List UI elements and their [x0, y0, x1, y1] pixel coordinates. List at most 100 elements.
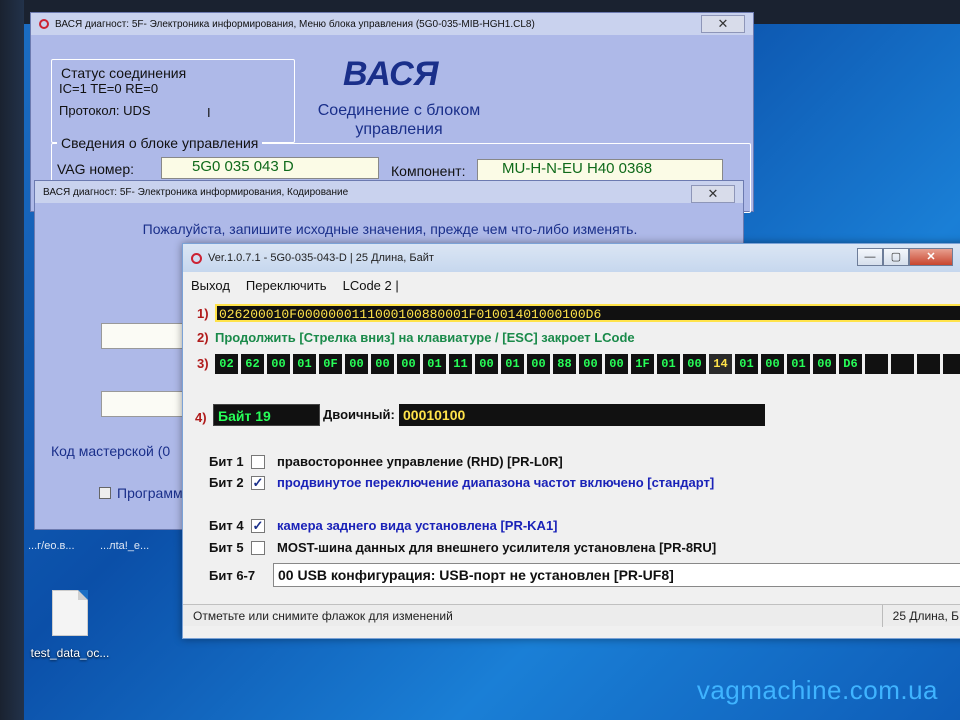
bit-description: камера заднего вида установлена [PR-KA1]: [277, 518, 558, 533]
desktop-label-partial-1: ...г/ео.в...: [28, 540, 75, 552]
bit-row: Бит 5 MOST-шина данных для внешнего усили…: [209, 540, 716, 555]
byte-cell[interactable]: 01: [735, 354, 758, 374]
row-4-number: 4): [195, 410, 207, 425]
bit-label: Бит 4: [209, 518, 244, 533]
byte-cell[interactable]: 01: [293, 354, 316, 374]
selected-byte-label: Байт 19: [213, 404, 320, 426]
bit-description: правостороннее управление (RHD) [PR-L0R]: [277, 454, 563, 469]
maximize-button[interactable]: ▢: [883, 248, 909, 266]
byte-cell[interactable]: 11: [449, 354, 472, 374]
ic-te-re-values: IC=1 TE=0 RE=0: [59, 81, 159, 96]
desktop-file-label: test_data_oc...: [30, 646, 110, 660]
navigation-hint: Продолжить [Стрелка вниз] на клавиатуре …: [215, 330, 635, 345]
bit-label: Бит 2: [209, 475, 244, 490]
byte-cell[interactable]: 0F: [319, 354, 342, 374]
title-bar: ВАСЯ диагност: 5F- Электроника информиро…: [35, 181, 743, 203]
byte-cell[interactable]: 00: [813, 354, 836, 374]
connection-title: Соединение с блоком управления: [317, 102, 481, 138]
byte-cell[interactable]: 00: [397, 354, 420, 374]
byte-cell[interactable]: 1F: [631, 354, 654, 374]
byte-cell[interactable]: 62: [241, 354, 264, 374]
byte-cell[interactable]: 01: [423, 354, 446, 374]
watermark: vagmachine.com.ua: [696, 675, 938, 705]
byte-cell[interactable]: [943, 354, 960, 374]
window-title: ВАСЯ диагност: 5F- Электроника информиро…: [43, 186, 349, 198]
desktop-file-icon[interactable]: test_data_oc...: [30, 590, 110, 660]
byte-cell[interactable]: 01: [657, 354, 680, 374]
byte-cell[interactable]: 02: [215, 354, 238, 374]
desktop-label-partial-2: ...лtа!_е...: [100, 540, 150, 552]
close-button[interactable]: ✕: [909, 248, 953, 266]
close-button[interactable]: ✕: [701, 15, 745, 33]
bit-label: Бит 1: [209, 454, 244, 469]
component-field: MU-H-N-EU H40 0368: [477, 159, 723, 181]
bits-6-7-label: Бит 6-7: [209, 568, 256, 583]
menu-bar: Выход Переключить LCode 2 |: [191, 274, 399, 296]
bit-checkbox[interactable]: [251, 454, 265, 469]
workshop-code-label: Код мастерской (0: [51, 443, 171, 459]
binary-value: 00010100: [399, 404, 765, 426]
byte-cell[interactable]: 14: [709, 354, 732, 374]
protocol-label: Протокол: UDS: [59, 103, 151, 118]
byte-cell[interactable]: 00: [527, 354, 550, 374]
byte-cell[interactable]: 00: [683, 354, 706, 374]
file-icon: [52, 590, 88, 636]
bit-label: Бит 5: [209, 540, 244, 555]
app-icon: [191, 252, 202, 264]
coding-input[interactable]: [101, 323, 191, 349]
byte-cell[interactable]: [865, 354, 888, 374]
byte-cell[interactable]: 00: [761, 354, 784, 374]
program-checkbox[interactable]: [99, 487, 111, 499]
minimize-button[interactable]: —: [857, 248, 883, 266]
menu-exit[interactable]: Выход: [191, 278, 230, 293]
bit-checkbox[interactable]: ✓: [251, 475, 265, 490]
byte-cell[interactable]: 01: [787, 354, 810, 374]
byte-cell[interactable]: [917, 354, 940, 374]
brand-logo: ВАСЯ: [343, 55, 439, 93]
byte-cell[interactable]: 01: [501, 354, 524, 374]
text-cursor: I: [207, 105, 211, 120]
program-label: Программ: [117, 485, 183, 501]
title-bar: ВАСЯ диагност: 5F- Электроника информиро…: [31, 13, 753, 35]
byte-cells: 02 62 00 01 0F 00 00 00 01 11 00 01 00 88 00 00 1F 01 00 14…: [215, 354, 960, 374]
usb-config-select[interactable]: 00 USB конфигурация: USB-порт не установ…: [273, 563, 960, 587]
status-bar: Отметьте или снимите флажок для изменени…: [183, 604, 960, 627]
app-icon: [39, 19, 49, 29]
monitor-bezel-left: [0, 0, 24, 720]
vag-number-field: 5G0 035 043 D: [161, 157, 379, 179]
window-title: ВАСЯ диагност: 5F- Электроника информиро…: [55, 18, 535, 30]
window-title: Ver.1.0.7.1 - 5G0-035-043-D | 25 Длина, …: [208, 252, 434, 264]
unit-info-title: Сведения о блоке управления: [57, 135, 263, 151]
status-length: 25 Длина, Б: [881, 605, 959, 627]
bit-row: Бит 4 ✓ камера заднего вида установлена [P…: [209, 518, 558, 533]
close-button[interactable]: ✕: [691, 185, 735, 203]
bit-row: Бит 2 ✓ продвинутое переключение диапазона…: [209, 475, 714, 490]
component-label: Компонент:: [391, 163, 466, 179]
byte-cell[interactable]: 00: [267, 354, 290, 374]
bit-checkbox[interactable]: [251, 540, 265, 555]
menu-lcode2[interactable]: LCode 2 |: [343, 278, 399, 293]
row-1-number: 1): [197, 306, 209, 321]
backup-warning: Пожалуйста, запишите исходные значения, …: [142, 221, 638, 237]
byte-cell[interactable]: [891, 354, 914, 374]
byte-cell[interactable]: 00: [605, 354, 628, 374]
vag-number-label: VAG номер:: [57, 161, 135, 177]
byte-cell[interactable]: D6: [839, 354, 862, 374]
byte-cell[interactable]: 00: [475, 354, 498, 374]
byte-cell[interactable]: 00: [371, 354, 394, 374]
hex-string-field[interactable]: 026200010F0000000111000100880001F0100140…: [215, 304, 960, 322]
row-2-number: 2): [197, 330, 209, 345]
byte-cell[interactable]: 00: [579, 354, 602, 374]
binary-label: Двоичный:: [323, 407, 395, 422]
row-3-number: 3): [197, 356, 209, 371]
coding-input-2[interactable]: [101, 391, 191, 417]
bit-checkbox[interactable]: ✓: [251, 518, 265, 533]
bit-description: MOST-шина данных для внешнего усилителя …: [277, 540, 717, 555]
byte-cell[interactable]: 88: [553, 354, 576, 374]
menu-switch[interactable]: Переключить: [246, 278, 327, 293]
byte-cell[interactable]: 00: [345, 354, 368, 374]
bit-description: продвинутое переключение диапазона часто…: [277, 475, 715, 490]
bits-6-7-row: Бит 6-7: [209, 568, 269, 583]
bit-row: Бит 1 правостороннее управление (RHD) [PR…: [209, 454, 563, 469]
window-lcode: Ver.1.0.7.1 - 5G0-035-043-D | 25 Длина, …: [182, 243, 960, 639]
